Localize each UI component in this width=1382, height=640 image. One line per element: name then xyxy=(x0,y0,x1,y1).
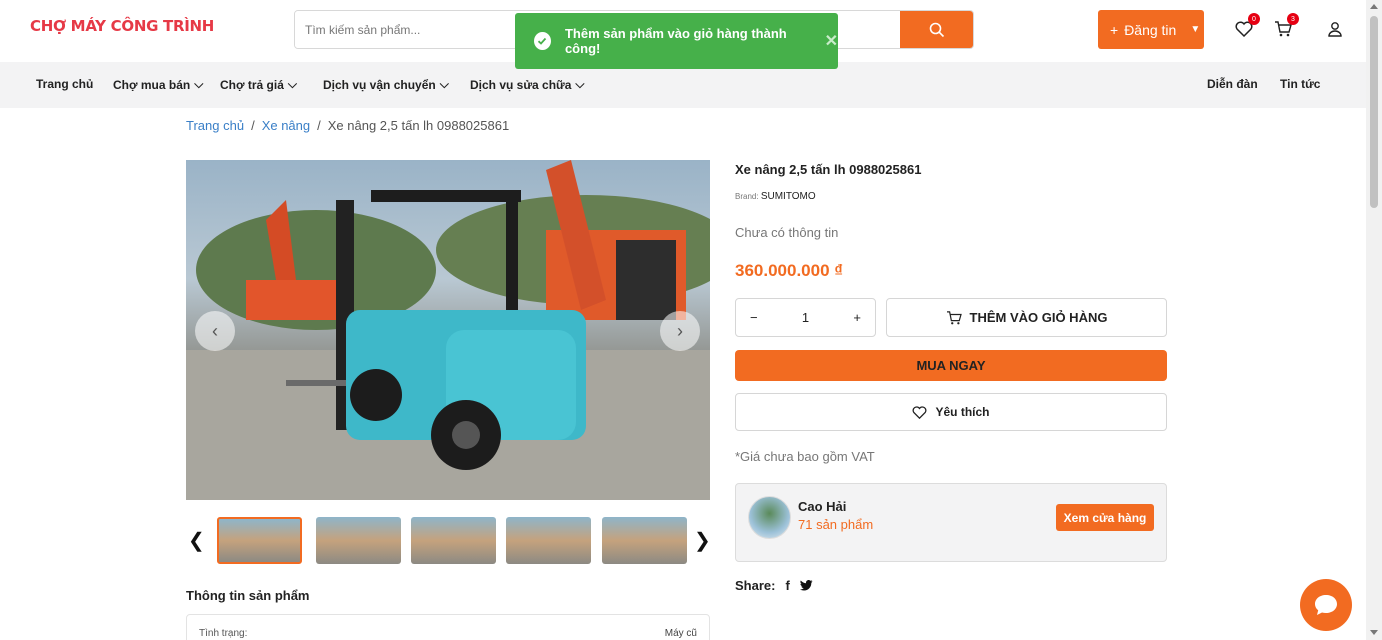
product-info-heading: Thông tin sản phẩm xyxy=(186,588,310,603)
plus-icon[interactable]: + xyxy=(853,310,861,325)
plus-icon: + xyxy=(1110,21,1119,38)
user-icon xyxy=(1328,22,1342,37)
post-ad-button[interactable]: + Đăng tin ▼ xyxy=(1098,10,1204,49)
nav-shipping[interactable]: Dịch vụ vận chuyển ⌵ xyxy=(323,77,449,92)
thumbnail[interactable] xyxy=(506,517,591,564)
scroll-up-arrow-icon[interactable] xyxy=(1370,4,1378,9)
share-section: Share: f xyxy=(735,578,813,593)
chevron-down-icon: ⌵ xyxy=(575,77,585,91)
site-logo[interactable]: CHỢ MÁY CÔNG TRÌNH xyxy=(30,17,214,35)
shop-avatar[interactable] xyxy=(748,496,791,539)
thumbnail[interactable] xyxy=(316,517,401,564)
breadcrumb-current: Xe nâng 2,5 tấn lh 0988025861 xyxy=(327,118,510,133)
chevron-down-icon: ⌵ xyxy=(194,77,204,91)
buy-now-button[interactable]: MUA NGAY xyxy=(735,350,1167,381)
add-to-cart-label: THÊM VÀO GIỎ HÀNG xyxy=(969,310,1108,325)
cart-icon xyxy=(946,310,962,324)
scroll-down-arrow-icon[interactable] xyxy=(1370,630,1378,635)
view-shop-button[interactable]: Xem cửa hàng xyxy=(1056,504,1154,531)
success-toast: Thêm sản phẩm vào giỏ hàng thành công! ✕ xyxy=(515,13,838,69)
cart-button[interactable]: 3 xyxy=(1272,13,1299,40)
quantity-value[interactable]: 1 xyxy=(802,310,809,325)
thumb-next-icon[interactable]: ❯ xyxy=(694,528,711,553)
nav-marketplace[interactable]: Chợ mua bán ⌵ xyxy=(113,77,203,92)
toast-message: Thêm sản phẩm vào giỏ hàng thành công! xyxy=(564,26,787,56)
nav-bidding[interactable]: Chợ trả giá ⌵ xyxy=(220,77,297,92)
forklift-photo xyxy=(186,160,710,500)
brand-label: Brand: xyxy=(735,192,759,201)
wishlist-button[interactable]: 0 xyxy=(1233,13,1260,40)
product-description: Chưa có thông tin xyxy=(735,225,839,240)
close-icon[interactable]: ✕ xyxy=(825,31,838,51)
chevron-down-icon: ⌵ xyxy=(287,77,297,91)
wishlist-label: Yêu thích xyxy=(935,405,990,419)
product-info-table: Tình trạng: Máy cũ xyxy=(186,614,710,640)
chevron-right-icon: › xyxy=(677,320,683,341)
condition-value: Máy cũ xyxy=(664,628,697,639)
buy-now-label: MUA NGAY xyxy=(916,358,986,373)
account-button[interactable] xyxy=(1324,18,1346,40)
search-button[interactable] xyxy=(900,11,973,48)
breadcrumb-category[interactable]: Xe nâng xyxy=(262,118,310,133)
vat-note: *Giá chưa bao gồm VAT xyxy=(735,449,875,464)
facebook-icon[interactable]: f xyxy=(785,578,789,593)
caret-down-icon: ▼ xyxy=(1190,24,1201,35)
nav-home[interactable]: Trang chủ xyxy=(36,77,93,91)
cart-count-badge: 3 xyxy=(1287,13,1299,25)
nav-news[interactable]: Tin tức xyxy=(1280,77,1320,91)
thumbnail[interactable] xyxy=(217,517,302,564)
product-title: Xe nâng 2,5 tấn lh 0988025861 xyxy=(735,162,922,177)
page-scrollbar[interactable] xyxy=(1366,0,1382,640)
breadcrumb-separator: / xyxy=(251,118,255,133)
wishlist-count-badge: 0 xyxy=(1248,13,1260,25)
post-ad-label: Đăng tin xyxy=(1124,21,1177,38)
nav-repair[interactable]: Dịch vụ sửa chữa ⌵ xyxy=(470,77,585,92)
chevron-left-icon: ‹ xyxy=(212,320,218,341)
share-label: Share: xyxy=(735,578,776,593)
shop-card: Cao Hải 71 sản phẩm Xem cửa hàng xyxy=(735,483,1167,562)
thumbnail[interactable] xyxy=(411,517,496,564)
chat-icon xyxy=(1315,595,1337,615)
product-brand: Brand: SUMITOMO xyxy=(735,191,816,202)
breadcrumb: Trang chủ / Xe nâng / Xe nâng 2,5 tấn lh… xyxy=(186,118,509,133)
thumbnail[interactable] xyxy=(602,517,687,564)
prev-image-button[interactable]: ‹ xyxy=(195,311,235,351)
thumb-prev-icon[interactable]: ❮ xyxy=(188,528,205,553)
shop-name[interactable]: Cao Hải xyxy=(798,499,846,514)
product-main-image[interactable] xyxy=(186,160,710,500)
quantity-stepper: − 1 + xyxy=(735,298,876,337)
condition-label: Tình trạng: xyxy=(199,628,248,639)
thumbnail-strip: ❮ ❯ xyxy=(186,516,711,566)
check-icon xyxy=(534,32,551,50)
chat-button[interactable] xyxy=(1300,579,1352,631)
breadcrumb-separator: / xyxy=(317,118,321,133)
breadcrumb-home[interactable]: Trang chủ xyxy=(186,118,244,133)
chevron-down-icon: ⌵ xyxy=(439,77,449,91)
nav-forum[interactable]: Diễn đàn xyxy=(1207,77,1258,91)
heart-icon xyxy=(913,405,927,419)
shop-product-count: 71 sản phẩm xyxy=(798,517,874,532)
next-image-button[interactable]: › xyxy=(660,311,700,351)
add-to-cart-button[interactable]: THÊM VÀO GIỎ HÀNG xyxy=(886,298,1167,337)
twitter-icon[interactable] xyxy=(799,580,813,591)
search-icon xyxy=(929,22,944,37)
minus-icon[interactable]: − xyxy=(750,310,758,325)
logo-text: CHỢ MÁY CÔNG TRÌNH xyxy=(30,17,214,35)
brand-value: SUMITOMO xyxy=(760,191,816,202)
scrollbar-thumb[interactable] xyxy=(1370,16,1378,208)
product-price: 360.000.000 ₫ xyxy=(735,261,843,280)
wishlist-toggle-button[interactable]: Yêu thích xyxy=(735,393,1167,431)
